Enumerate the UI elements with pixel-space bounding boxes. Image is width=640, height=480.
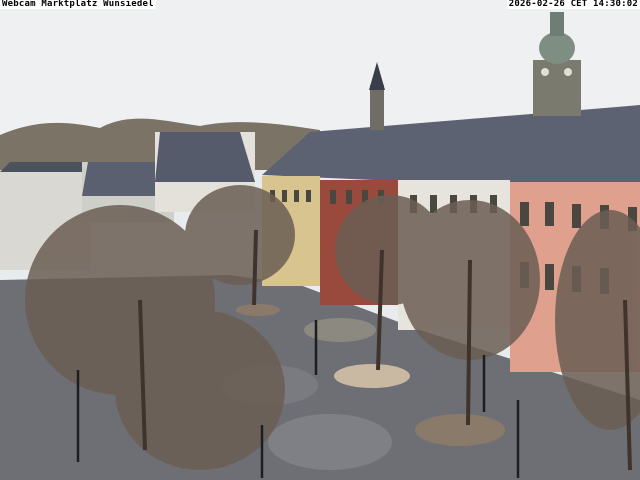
tree-trunk (252, 229, 258, 306)
clock-tower-dome (539, 32, 575, 64)
bare-tree (185, 185, 295, 285)
webcam-timestamp: 2026-02-26 CET 14:30:02 (506, 0, 640, 9)
webcam-title: Webcam Marktplatz Wunsiedel (0, 0, 156, 9)
clock-tower (533, 60, 581, 116)
tree-trunk (466, 259, 472, 426)
clock-face (564, 68, 572, 76)
tree-planter (236, 304, 280, 316)
tree-planter (334, 364, 410, 388)
church-steeple (370, 85, 384, 130)
roof-left (0, 162, 90, 172)
roof-center-left (155, 132, 255, 182)
tree-planter (415, 414, 505, 446)
clock-tower-lantern (550, 12, 564, 36)
webcam-image (0, 0, 640, 480)
webcam-frame: Webcam Marktplatz Wunsiedel 2026-02-26 C… (0, 0, 640, 480)
clock-face (541, 68, 549, 76)
paving-circle (268, 414, 392, 470)
